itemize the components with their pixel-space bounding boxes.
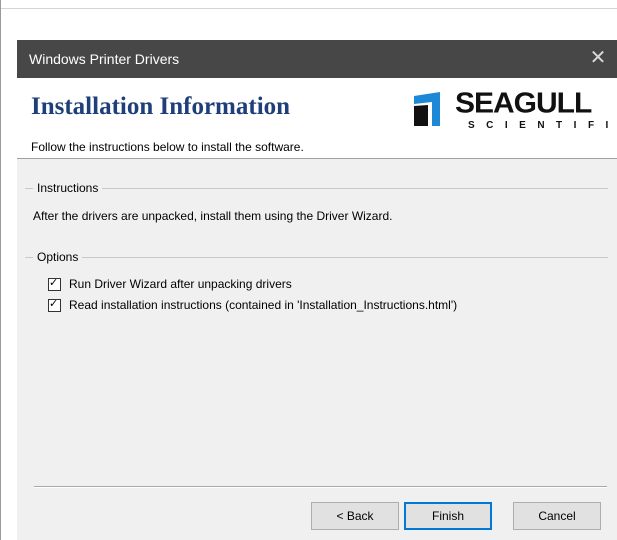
window-title: Windows Printer Drivers (29, 51, 180, 67)
option-run-driver-wizard[interactable]: ✓ Run Driver Wizard after unpacking driv… (48, 276, 292, 292)
seagull-logo-mark-icon (410, 90, 448, 128)
header-banner: Installation Information Follow the inst… (17, 78, 617, 159)
options-group-label: Options (33, 250, 83, 264)
close-icon[interactable]: ✕ (587, 46, 609, 70)
read-instructions-checkbox[interactable]: ✓ (48, 297, 61, 312)
options-group-line (25, 257, 608, 258)
checkmark-icon: ✓ (49, 297, 59, 310)
instructions-text: After the drivers are unpacked, install … (33, 209, 393, 223)
page-title: Installation Information (31, 93, 291, 120)
run-driver-wizard-label: Run Driver Wizard after unpacking driver… (69, 277, 292, 291)
background-window-line (1, 8, 617, 9)
option-read-instructions[interactable]: ✓ Read installation instructions (contai… (48, 297, 457, 313)
finish-button[interactable]: Finish (404, 502, 492, 530)
title-bar[interactable]: Windows Printer Drivers ✕ (17, 40, 617, 78)
checkmark-icon: ✓ (49, 276, 59, 289)
page-subtitle: Follow the instructions below to install… (31, 140, 304, 154)
run-driver-wizard-checkbox[interactable]: ✓ (48, 276, 61, 291)
instructions-group-label: Instructions (33, 181, 103, 195)
cancel-button[interactable]: Cancel (513, 502, 601, 530)
logo-word: SEAGULL (455, 87, 592, 120)
background-window-edge (0, 0, 1, 540)
seagull-logo: SEAGULL SCIENTIFIC (410, 87, 617, 132)
read-instructions-label: Read installation instructions (containe… (69, 298, 458, 312)
logo-subword: SCIENTIFIC (468, 120, 617, 131)
back-button[interactable]: < Back (311, 502, 399, 530)
installer-dialog: Windows Printer Drivers ✕ Installation I… (17, 40, 617, 540)
instructions-group-line (25, 188, 608, 189)
footer-separator (34, 486, 607, 487)
